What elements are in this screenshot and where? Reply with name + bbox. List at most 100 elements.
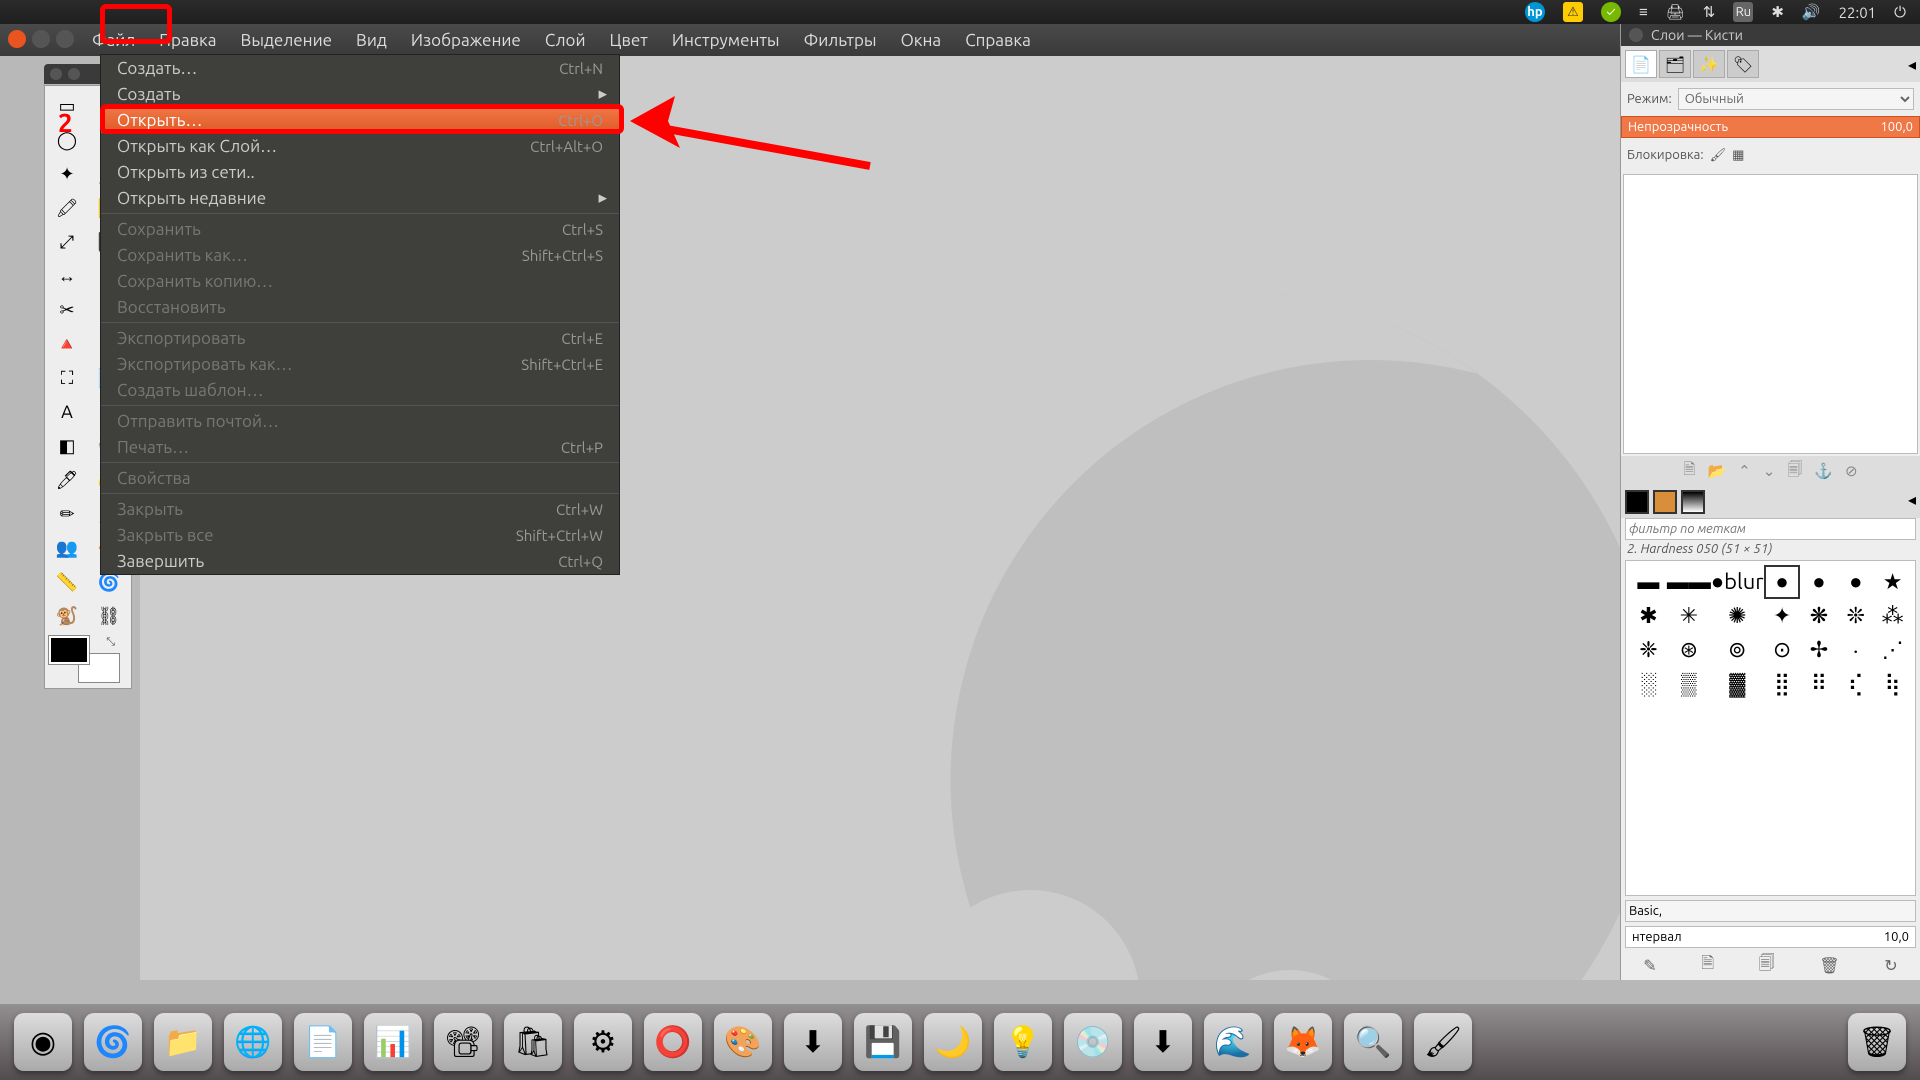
brush-22[interactable]: ▒ [1667,667,1711,701]
dock-tab-0[interactable]: 📄 [1625,50,1657,78]
tool-14[interactable]: 🔺 [49,330,85,358]
dock-app-20[interactable]: 🖌 [1414,1013,1472,1071]
menu-цвет[interactable]: Цвет [598,24,660,56]
tool-20[interactable]: ◧ [49,432,85,460]
brush-btn-2[interactable]: 🗐 [1759,952,1775,979]
brush-23[interactable]: ▓ [1711,667,1764,701]
tool-28[interactable]: 📏 [49,568,85,596]
brush-12[interactable]: ❊ [1837,599,1874,633]
brush-6[interactable]: ★ [1874,565,1911,599]
window-maximize-button[interactable] [56,30,74,48]
menuitem-завершить[interactable]: ЗавершитьCtrl+Q [101,548,619,574]
layer-btn-2[interactable]: ⌃ [1738,462,1751,480]
brush-btn-4[interactable]: ↻ [1884,956,1897,975]
lock-paint-icon[interactable]: 🖌 [1710,148,1727,163]
dock-tab-1[interactable]: 🗂 [1659,50,1691,78]
brush-16[interactable]: ⊚ [1711,633,1764,667]
brush-1[interactable]: ▬▬ [1667,565,1711,599]
tab-menu-icon[interactable]: ◂ [1908,55,1916,74]
layer-btn-0[interactable]: 🗎 [1683,459,1695,484]
dock-app-17[interactable]: 🌊 [1204,1013,1262,1071]
brush-filter-input[interactable] [1625,518,1916,540]
menu-изображение[interactable]: Изображение [399,24,533,56]
brush-btn-3[interactable]: 🗑 [1819,956,1839,975]
menu-выделение[interactable]: Выделение [229,24,345,56]
menu-слой[interactable]: Слой [533,24,598,56]
volume-icon[interactable]: 🔊 [1802,3,1821,21]
brush-interval-slider[interactable]: нтервал 10,0 [1625,926,1916,948]
tool-4[interactable]: ✦ [49,160,85,188]
layer-btn-1[interactable]: 📂 [1707,462,1726,480]
tool-8[interactable]: ⤢ [49,228,85,256]
dock-app-12[interactable]: 💾 [854,1013,912,1071]
menu-вид[interactable]: Вид [344,24,399,56]
dock-app-16[interactable]: ⬇ [1134,1013,1192,1071]
menu-правка[interactable]: Правка [147,24,228,56]
menuitem-создать-[interactable]: Создать…Ctrl+N [101,55,619,81]
brush-0[interactable]: ▬ [1630,565,1667,599]
menuitem-открыть-как-слой-[interactable]: Открыть как Слой…Ctrl+Alt+O [101,133,619,159]
menu-справка[interactable]: Справка [953,24,1043,56]
tool-24[interactable]: ✏ [49,500,85,528]
dock-app-1[interactable]: 🌀 [84,1013,142,1071]
tool-0[interactable]: ▭ [49,92,85,120]
brush-8[interactable]: ✳ [1667,599,1711,633]
menuitem-создать[interactable]: Создать▸ [101,81,619,107]
brush-preset-select[interactable]: Basic, [1625,900,1916,922]
dock-app-13[interactable]: 🌙 [924,1013,982,1071]
brush-14[interactable]: ❈ [1630,633,1667,667]
dock-app-14[interactable]: 💡 [994,1013,1052,1071]
power-icon[interactable]: ⏻ [1894,3,1906,21]
layer-btn-5[interactable]: ⚓ [1814,462,1833,480]
layers-list[interactable] [1623,174,1918,454]
brush-25[interactable]: ⠿ [1800,667,1837,701]
menu-icon[interactable]: ≡ [1639,3,1648,21]
brush-27[interactable]: ⢷ [1874,667,1911,701]
dock-tab-2[interactable]: ✨ [1693,50,1725,78]
dock-app-10[interactable]: 🎨 [714,1013,772,1071]
brush-btn-0[interactable]: ✎ [1643,956,1656,975]
dock-app-18[interactable]: 🦊 [1274,1013,1332,1071]
menu-инструменты[interactable]: Инструменты [660,24,792,56]
menuitem-открыть-недавние[interactable]: Открыть недавние▸ [101,185,619,211]
brush-5[interactable]: ● [1837,565,1874,599]
brush-11[interactable]: ❋ [1800,599,1837,633]
dock-app-6[interactable]: 📽 [434,1013,492,1071]
window-minimize-button[interactable] [32,30,50,48]
window-close-button[interactable] [8,30,26,48]
hp-icon[interactable]: hp [1525,2,1545,22]
dock-app-15[interactable]: 💿 [1064,1013,1122,1071]
network-icon[interactable]: ⇅ [1703,3,1716,21]
warning-icon[interactable]: ⚠ [1563,2,1583,22]
print-icon[interactable]: 🖨 [1666,3,1685,21]
layer-btn-4[interactable]: 🗐 [1787,459,1802,484]
keyboard-lang-indicator[interactable]: Ru [1733,2,1753,22]
brush-btn-1[interactable]: 🗎 [1701,952,1714,979]
menu-окна[interactable]: Окна [889,24,954,56]
tool-31[interactable]: ⛓ [91,602,127,630]
dock-app-5[interactable]: 📊 [364,1013,422,1071]
dock-close-icon[interactable] [1629,28,1643,42]
toolbox-close-icon[interactable] [50,68,62,80]
dock-app-3[interactable]: 🌐 [224,1013,282,1071]
dock-app-11[interactable]: ⬇ [784,1013,842,1071]
tool-2[interactable]: ◯ [49,126,85,154]
menu-файл[interactable]: Файл [80,24,147,56]
brush-3[interactable]: ● [1764,565,1801,599]
dock-app-19[interactable]: 🔍 [1344,1013,1402,1071]
tool-18[interactable]: A [49,398,85,426]
mode-select[interactable]: Обычный [1678,88,1914,110]
dock-app-7[interactable]: 🛍 [504,1013,562,1071]
brush-2[interactable]: ●blur [1711,565,1764,599]
dock-menu-icon[interactable]: ◂ [1908,490,1916,514]
brush-4[interactable]: ● [1800,565,1837,599]
lock-alpha-icon[interactable]: ▦ [1732,148,1744,163]
status-ok-icon[interactable]: ✓ [1601,2,1621,22]
tool-6[interactable]: 🖍 [49,194,85,222]
layer-btn-6[interactable]: ⊘ [1845,462,1858,480]
brush-26[interactable]: ⢎ [1837,667,1874,701]
brush-21[interactable]: ░ [1630,667,1667,701]
swatch-orange[interactable] [1653,490,1677,514]
swatch-gradient[interactable] [1681,490,1705,514]
brush-17[interactable]: ⊙ [1764,633,1801,667]
